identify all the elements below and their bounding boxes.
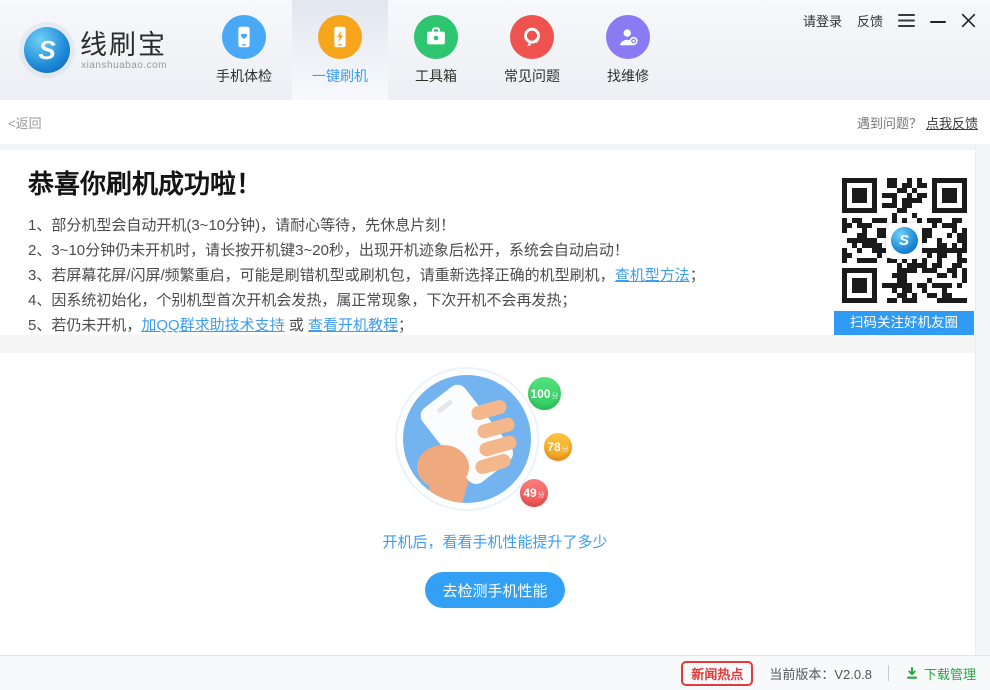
badge-value: 49 [523, 486, 536, 500]
tip-line-4: 4、因系统初始化，个别机型首次开机会发热，属正常现象，下次开机不会再发热； [28, 288, 818, 313]
brand-logo-icon: S [24, 27, 70, 73]
flash-success-section: 恭喜你刷机成功啦！ 1、部分机型会自动开机(3~10分钟)，请耐心等待，先休息片… [0, 150, 990, 335]
tip-text: 3、若屏幕花屏/闪屏/频繁重启，可能是刷错机型或刷机包，请重新选择正确的机型刷机… [28, 267, 615, 284]
performance-section: 100分 78分 49分 开机后，看看手机性能提升了多少 去检测手机性能 [0, 353, 990, 656]
score-badge-100: 100分 [528, 377, 561, 410]
download-label: 下载管理 [924, 664, 976, 683]
main-nav: 手机体检 一键刷机 [196, 0, 676, 100]
tip-text: 4、因系统初始化，个别机型首次开机会发热，属正常现象，下次开机不会再发热； [28, 292, 576, 309]
nav-item-label: 常见问题 [504, 66, 560, 86]
tip-text: 1、部分机型会自动开机(3~10分钟)，请耐心等待，先休息片刻！ [28, 217, 455, 234]
tip-text: ； [398, 317, 413, 334]
score-badge-78: 78分 [544, 433, 572, 461]
nav-item-phone-checkup[interactable]: 手机体检 [196, 0, 292, 100]
feedback-link[interactable]: 反馈 [857, 11, 883, 30]
brand-domain: xianshuabao.com [81, 60, 167, 71]
tip-line-1: 1、部分机型会自动开机(3~10分钟)，请耐心等待，先休息片刻！ [28, 213, 818, 238]
window-controls: 请登录 反馈 [803, 11, 976, 30]
badge-unit: 分 [538, 490, 545, 500]
app-window: S 线刷宝 xianshuabao.com 手机体检 [0, 0, 990, 690]
check-model-link[interactable]: 查机型方法 [615, 267, 690, 284]
check-performance-button[interactable]: 去检测手机性能 [425, 572, 565, 608]
news-hotspot-button[interactable]: 新闻热点 [681, 661, 753, 686]
repairman-icon [606, 15, 650, 59]
nav-item-faq[interactable]: 常见问题 [484, 0, 580, 100]
nav-item-toolbox[interactable]: 工具箱 [388, 0, 484, 100]
performance-caption: 开机后，看看手机性能提升了多少 [382, 531, 607, 552]
nav-item-label: 工具箱 [415, 66, 457, 86]
question-bubble-icon [510, 15, 554, 59]
subbar: <返回 遇到问题？ 点我反馈 [0, 100, 990, 144]
brand-logo: S 线刷宝 xianshuabao.com [0, 0, 196, 100]
nav-item-find-repair[interactable]: 找维修 [580, 0, 676, 100]
qr-center-logo: S [886, 223, 922, 259]
phone-heart-icon [222, 15, 266, 59]
back-button[interactable]: <返回 [8, 113, 42, 132]
tip-text: ； [690, 267, 705, 284]
qq-group-link[interactable]: 加QQ群求助技术支持 [141, 317, 284, 334]
footer-divider [888, 665, 889, 681]
tips-list: 1、部分机型会自动开机(3~10分钟)，请耐心等待，先休息片刻！ 2、3~10分… [28, 213, 818, 338]
close-icon[interactable] [961, 13, 976, 28]
download-icon [905, 666, 919, 680]
tip-line-3: 3、若屏幕花屏/闪屏/频繁重启，可能是刷错机型或刷机包，请重新选择正确的机型刷机… [28, 263, 818, 288]
issue-prompt: 遇到问题？ [857, 113, 922, 132]
badge-unit: 分 [562, 444, 569, 454]
footer: 新闻热点 当前版本：V2.0.8 下载管理 [0, 655, 990, 690]
tip-text: 或 [285, 317, 308, 334]
nav-item-label: 手机体检 [216, 66, 272, 86]
brand-name: 线刷宝 [80, 30, 167, 60]
issue-help: 遇到问题？ 点我反馈 [857, 113, 978, 132]
nav-item-label: 一键刷机 [312, 66, 368, 86]
qr-column: S 扫码关注好机友圈 [834, 178, 974, 335]
qr-code: S [842, 178, 967, 303]
header: S 线刷宝 xianshuabao.com 手机体检 [0, 0, 990, 100]
nav-item-label: 找维修 [607, 66, 649, 86]
minimize-icon[interactable] [930, 14, 946, 28]
boot-tutorial-link[interactable]: 查看开机教程 [308, 317, 398, 334]
toolbox-icon [414, 15, 458, 59]
brand-text: 线刷宝 xianshuabao.com [80, 30, 167, 71]
version-text: 当前版本：V2.0.8 [769, 664, 872, 683]
badge-value: 100 [530, 387, 550, 401]
page-title: 恭喜你刷机成功啦！ [28, 164, 962, 201]
scrollbar-track[interactable] [975, 144, 990, 655]
tip-line-2: 2、3~10分钟仍未开机时，请长按开机键3~20秒，出现开机迹象后松开，系统会自… [28, 238, 818, 263]
qr-banner-label: 扫码关注好机友圈 [834, 311, 974, 335]
issue-feedback-link[interactable]: 点我反馈 [926, 113, 978, 132]
badge-value: 78 [547, 440, 560, 454]
badge-unit: 分 [552, 391, 559, 401]
tip-text: 5、若仍未开机， [28, 317, 141, 334]
download-manager-link[interactable]: 下载管理 [905, 664, 976, 683]
score-badge-49: 49分 [520, 479, 548, 507]
tip-text: 2、3~10分钟仍未开机时，请长按开机键3~20秒，出现开机迹象后松开，系统会自… [28, 242, 629, 259]
tip-line-5: 5、若仍未开机，加QQ群求助技术支持 或 查看开机教程； [28, 313, 818, 338]
illustration: 100分 78分 49分 [395, 363, 595, 523]
nav-item-one-key-flash[interactable]: 一键刷机 [292, 0, 388, 100]
login-link[interactable]: 请登录 [803, 11, 842, 30]
phone-flash-icon [318, 15, 362, 59]
menu-icon[interactable] [898, 14, 915, 27]
